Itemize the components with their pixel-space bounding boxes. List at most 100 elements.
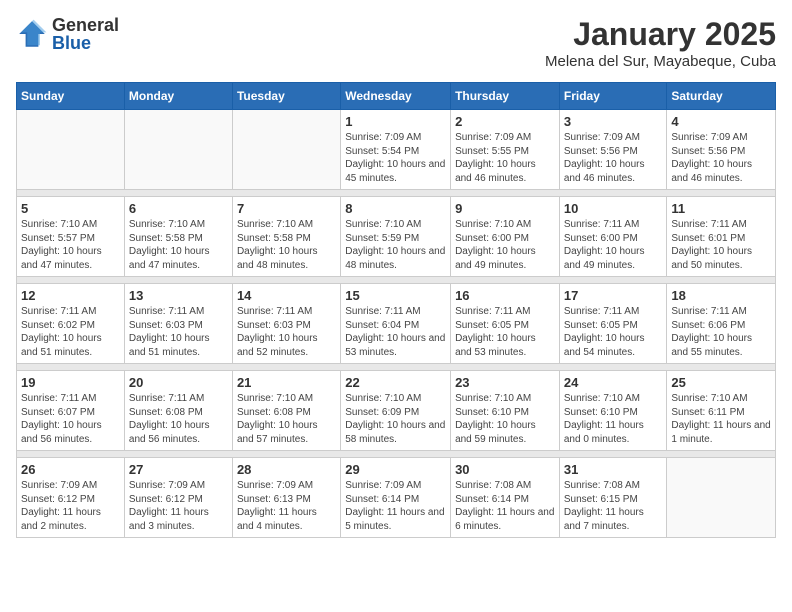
day-info: Sunrise: 7:10 AMSunset: 6:11 PMDaylight:… bbox=[671, 392, 771, 446]
weekday-header: Wednesday bbox=[341, 83, 451, 110]
day-number: 12 bbox=[21, 288, 120, 303]
logo-blue-text: Blue bbox=[52, 34, 119, 52]
day-number: 3 bbox=[564, 114, 663, 129]
calendar-day-cell: 19Sunrise: 7:11 AMSunset: 6:07 PMDayligh… bbox=[17, 371, 125, 451]
logo-text: General Blue bbox=[52, 16, 119, 52]
calendar-day-cell: 9 Sunrise: 7:10 AMSunset: 6:00 PMDaylight… bbox=[451, 197, 560, 277]
day-number: 27 bbox=[129, 462, 228, 477]
day-info: Sunrise: 7:11 AMSunset: 6:08 PMDaylight:… bbox=[129, 392, 228, 446]
calendar-day-cell: 25 Sunrise: 7:10 AMSunset: 6:11 PMDayligh… bbox=[667, 371, 776, 451]
day-info: Sunrise: 7:11 AMSunset: 6:05 PMDaylight:… bbox=[564, 305, 663, 359]
title-block: January 2025 Melena del Sur, Mayabeque, … bbox=[545, 16, 776, 70]
day-number: 7 bbox=[237, 201, 336, 216]
day-number: 11 bbox=[671, 201, 771, 216]
calendar-day-cell: 31Sunrise: 7:08 AMSunset: 6:15 PMDayligh… bbox=[559, 458, 667, 538]
day-info: Sunrise: 7:11 AMSunset: 6:02 PMDaylight:… bbox=[21, 305, 120, 359]
calendar-day-cell bbox=[17, 110, 125, 190]
calendar-day-cell: 13Sunrise: 7:11 AMSunset: 6:03 PMDayligh… bbox=[124, 284, 232, 364]
calendar-day-cell: 4 Sunrise: 7:09 AMSunset: 5:56 PMDaylight… bbox=[667, 110, 776, 190]
day-info: Sunrise: 7:11 AMSunset: 6:00 PMDaylight:… bbox=[564, 218, 663, 272]
calendar-day-cell: 14 Sunrise: 7:11 AMSunset: 6:03 PMDayligh… bbox=[232, 284, 340, 364]
day-info: Sunrise: 7:11 AMSunset: 6:06 PMDaylight:… bbox=[671, 305, 771, 359]
day-info: Sunrise: 7:09 AMSunset: 5:56 PMDaylight:… bbox=[564, 131, 663, 185]
calendar-day-cell: 20 Sunrise: 7:11 AMSunset: 6:08 PMDayligh… bbox=[124, 371, 232, 451]
day-info: Sunrise: 7:11 AMSunset: 6:03 PMDaylight:… bbox=[237, 305, 336, 359]
day-number: 18 bbox=[671, 288, 771, 303]
day-info: Sunrise: 7:11 AMSunset: 6:01 PMDaylight:… bbox=[671, 218, 771, 272]
calendar-day-cell: 1 Sunrise: 7:09 AMSunset: 5:54 PMDaylight… bbox=[341, 110, 451, 190]
day-number: 20 bbox=[129, 375, 228, 390]
day-number: 9 bbox=[455, 201, 555, 216]
day-number: 30 bbox=[455, 462, 555, 477]
day-number: 16 bbox=[455, 288, 555, 303]
week-spacer-row bbox=[17, 190, 776, 197]
week-spacer-row bbox=[17, 364, 776, 371]
calendar-day-cell: 28 Sunrise: 7:09 AMSunset: 6:13 PMDayligh… bbox=[232, 458, 340, 538]
day-info: Sunrise: 7:09 AMSunset: 6:12 PMDaylight:… bbox=[21, 479, 120, 533]
day-info: Sunrise: 7:09 AMSunset: 6:13 PMDaylight:… bbox=[237, 479, 336, 533]
calendar-day-cell: 23Sunrise: 7:10 AMSunset: 6:10 PMDayligh… bbox=[451, 371, 560, 451]
calendar-week-row: 1 Sunrise: 7:09 AMSunset: 5:54 PMDaylight… bbox=[17, 110, 776, 190]
calendar-day-cell: 17 Sunrise: 7:11 AMSunset: 6:05 PMDayligh… bbox=[559, 284, 667, 364]
day-info: Sunrise: 7:10 AMSunset: 5:58 PMDaylight:… bbox=[129, 218, 228, 272]
weekday-header: Thursday bbox=[451, 83, 560, 110]
calendar-table: SundayMondayTuesdayWednesdayThursdayFrid… bbox=[16, 82, 776, 538]
day-info: Sunrise: 7:08 AMSunset: 6:14 PMDaylight:… bbox=[455, 479, 555, 533]
day-number: 10 bbox=[564, 201, 663, 216]
day-info: Sunrise: 7:10 AMSunset: 5:57 PMDaylight:… bbox=[21, 218, 120, 272]
day-info: Sunrise: 7:10 AMSunset: 6:10 PMDaylight:… bbox=[564, 392, 663, 446]
day-number: 19 bbox=[21, 375, 120, 390]
day-number: 1 bbox=[345, 114, 446, 129]
weekday-header: Monday bbox=[124, 83, 232, 110]
day-number: 14 bbox=[237, 288, 336, 303]
day-number: 29 bbox=[345, 462, 446, 477]
day-number: 4 bbox=[671, 114, 771, 129]
calendar-day-cell: 22 Sunrise: 7:10 AMSunset: 6:09 PMDayligh… bbox=[341, 371, 451, 451]
day-info: Sunrise: 7:10 AMSunset: 6:09 PMDaylight:… bbox=[345, 392, 446, 446]
logo: General Blue bbox=[16, 16, 119, 52]
calendar-day-cell: 6 Sunrise: 7:10 AMSunset: 5:58 PMDaylight… bbox=[124, 197, 232, 277]
day-info: Sunrise: 7:09 AMSunset: 5:56 PMDaylight:… bbox=[671, 131, 771, 185]
week-spacer-row bbox=[17, 451, 776, 458]
day-info: Sunrise: 7:09 AMSunset: 6:12 PMDaylight:… bbox=[129, 479, 228, 533]
calendar-day-cell: 27 Sunrise: 7:09 AMSunset: 6:12 PMDayligh… bbox=[124, 458, 232, 538]
day-info: Sunrise: 7:09 AMSunset: 6:14 PMDaylight:… bbox=[345, 479, 446, 533]
calendar-day-cell bbox=[232, 110, 340, 190]
calendar-day-cell: 5 Sunrise: 7:10 AMSunset: 5:57 PMDaylight… bbox=[17, 197, 125, 277]
day-number: 13 bbox=[129, 288, 228, 303]
calendar-day-cell: 21Sunrise: 7:10 AMSunset: 6:08 PMDayligh… bbox=[232, 371, 340, 451]
week-spacer-cell bbox=[17, 364, 776, 371]
day-info: Sunrise: 7:09 AMSunset: 5:55 PMDaylight:… bbox=[455, 131, 555, 185]
day-info: Sunrise: 7:11 AMSunset: 6:04 PMDaylight:… bbox=[345, 305, 446, 359]
calendar-day-cell: 8Sunrise: 7:10 AMSunset: 5:59 PMDaylight… bbox=[341, 197, 451, 277]
weekday-header: Friday bbox=[559, 83, 667, 110]
calendar-day-cell: 24 Sunrise: 7:10 AMSunset: 6:10 PMDayligh… bbox=[559, 371, 667, 451]
day-number: 15 bbox=[345, 288, 446, 303]
location-subtitle: Melena del Sur, Mayabeque, Cuba bbox=[545, 53, 776, 70]
day-info: Sunrise: 7:10 AMSunset: 6:08 PMDaylight:… bbox=[237, 392, 336, 446]
logo-general-text: General bbox=[52, 16, 119, 34]
week-spacer-cell bbox=[17, 190, 776, 197]
calendar-day-cell: 16 Sunrise: 7:11 AMSunset: 6:05 PMDayligh… bbox=[451, 284, 560, 364]
day-info: Sunrise: 7:10 AMSunset: 5:59 PMDaylight:… bbox=[345, 218, 446, 272]
day-info: Sunrise: 7:11 AMSunset: 6:05 PMDaylight:… bbox=[455, 305, 555, 359]
day-number: 5 bbox=[21, 201, 120, 216]
day-number: 25 bbox=[671, 375, 771, 390]
day-info: Sunrise: 7:09 AMSunset: 5:54 PMDaylight:… bbox=[345, 131, 446, 185]
day-number: 17 bbox=[564, 288, 663, 303]
day-number: 22 bbox=[345, 375, 446, 390]
calendar-week-row: 5 Sunrise: 7:10 AMSunset: 5:57 PMDaylight… bbox=[17, 197, 776, 277]
day-number: 28 bbox=[237, 462, 336, 477]
calendar-week-row: 12 Sunrise: 7:11 AMSunset: 6:02 PMDayligh… bbox=[17, 284, 776, 364]
page-header: General Blue January 2025 Melena del Sur… bbox=[16, 16, 776, 70]
day-info: Sunrise: 7:10 AMSunset: 6:10 PMDaylight:… bbox=[455, 392, 555, 446]
day-number: 24 bbox=[564, 375, 663, 390]
day-number: 6 bbox=[129, 201, 228, 216]
day-info: Sunrise: 7:10 AMSunset: 5:58 PMDaylight:… bbox=[237, 218, 336, 272]
week-spacer-cell bbox=[17, 451, 776, 458]
calendar-day-cell: 2 Sunrise: 7:09 AMSunset: 5:55 PMDaylight… bbox=[451, 110, 560, 190]
day-info: Sunrise: 7:10 AMSunset: 6:00 PMDaylight:… bbox=[455, 218, 555, 272]
weekday-header: Saturday bbox=[667, 83, 776, 110]
day-number: 2 bbox=[455, 114, 555, 129]
calendar-day-cell bbox=[124, 110, 232, 190]
